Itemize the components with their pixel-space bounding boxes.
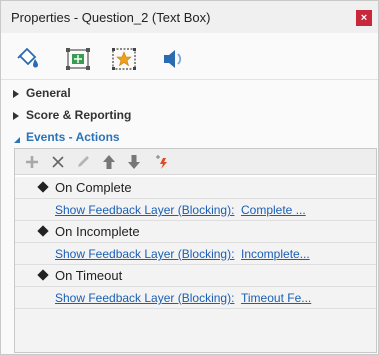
section-score-reporting[interactable]: Score & Reporting (1, 105, 378, 125)
actions-toolbar (15, 149, 376, 175)
audio-icon[interactable] (160, 44, 186, 74)
diamond-icon (37, 269, 49, 281)
expand-arrow-icon[interactable] (12, 110, 20, 124)
divider (1, 79, 378, 80)
section-general[interactable]: General (1, 83, 378, 103)
action-target-link[interactable]: Timeout Fe... (241, 291, 311, 305)
section-label: General (26, 86, 71, 100)
event-label: On Incomplete (55, 224, 140, 239)
title-bar: Properties - Question_2 (Text Box) × (1, 1, 378, 33)
section-label: Score & Reporting (26, 108, 132, 122)
diamond-icon (37, 225, 49, 237)
paint-bucket-icon[interactable] (14, 44, 40, 74)
star-effect-icon[interactable] (111, 44, 137, 74)
property-tabs (1, 44, 378, 80)
events-list: On Complete Show Feedback Layer (Blockin… (15, 177, 376, 352)
edit-icon[interactable] (74, 153, 92, 171)
section-label: Events - Actions (26, 130, 120, 144)
size-position-icon[interactable] (65, 44, 91, 74)
action-row: Show Feedback Layer (Blocking): Complete… (15, 199, 376, 221)
collapse-arrow-icon[interactable] (12, 133, 21, 147)
event-label: On Complete (55, 180, 132, 195)
events-actions-box: On Complete Show Feedback Layer (Blockin… (14, 148, 377, 353)
expand-arrow-icon[interactable] (12, 88, 20, 102)
event-label: On Timeout (55, 268, 123, 283)
close-button[interactable]: × (356, 10, 372, 26)
trigger-icon[interactable] (152, 153, 170, 171)
event-row[interactable]: On Incomplete (15, 221, 376, 243)
move-down-icon[interactable] (125, 153, 143, 171)
section-events-actions[interactable]: Events - Actions (1, 127, 378, 147)
move-up-icon[interactable] (100, 153, 118, 171)
diamond-icon (37, 181, 49, 193)
properties-panel: Properties - Question_2 (Text Box) × Gen… (0, 0, 379, 355)
action-target-link[interactable]: Complete ... (241, 203, 306, 217)
delete-icon[interactable] (49, 153, 67, 171)
event-row[interactable]: On Timeout (15, 265, 376, 287)
action-link[interactable]: Show Feedback Layer (Blocking): (55, 203, 234, 217)
add-icon[interactable] (23, 153, 41, 171)
action-row: Show Feedback Layer (Blocking): Incomple… (15, 243, 376, 265)
action-link[interactable]: Show Feedback Layer (Blocking): (55, 247, 234, 261)
event-row[interactable]: On Complete (15, 177, 376, 199)
action-link[interactable]: Show Feedback Layer (Blocking): (55, 291, 234, 305)
action-target-link[interactable]: Incomplete... (241, 247, 310, 261)
action-row: Show Feedback Layer (Blocking): Timeout … (15, 287, 376, 309)
window-title: Properties - Question_2 (Text Box) (11, 10, 211, 25)
